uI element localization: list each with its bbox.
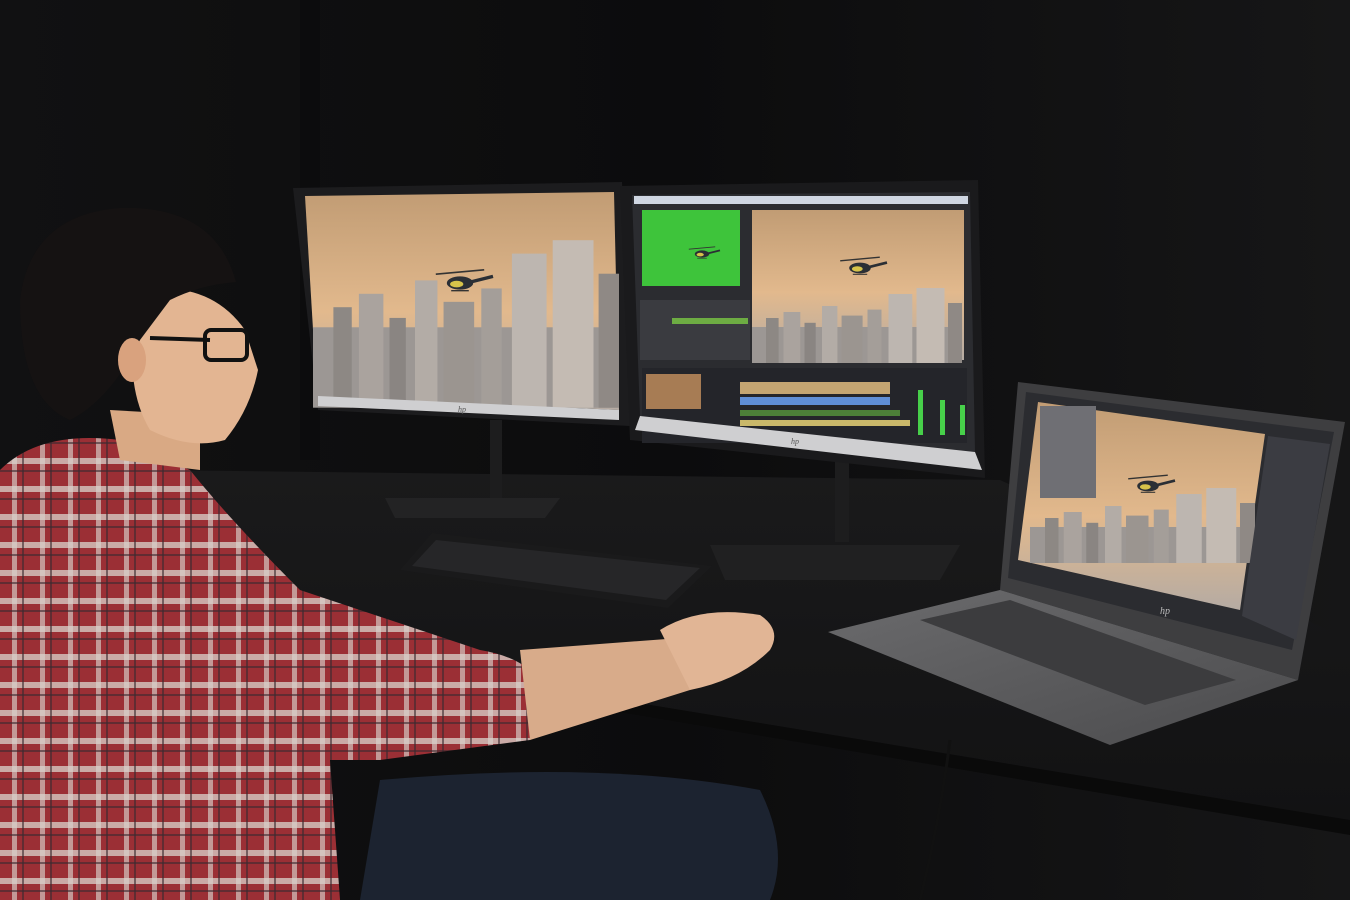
green-screen-preview	[642, 210, 740, 286]
left-monitor-logo: hp	[458, 405, 466, 414]
workspace-photo: hp hp hp	[0, 0, 1350, 900]
laptop-logo: hp	[1160, 606, 1170, 617]
center-monitor-logo: hp	[791, 437, 799, 446]
